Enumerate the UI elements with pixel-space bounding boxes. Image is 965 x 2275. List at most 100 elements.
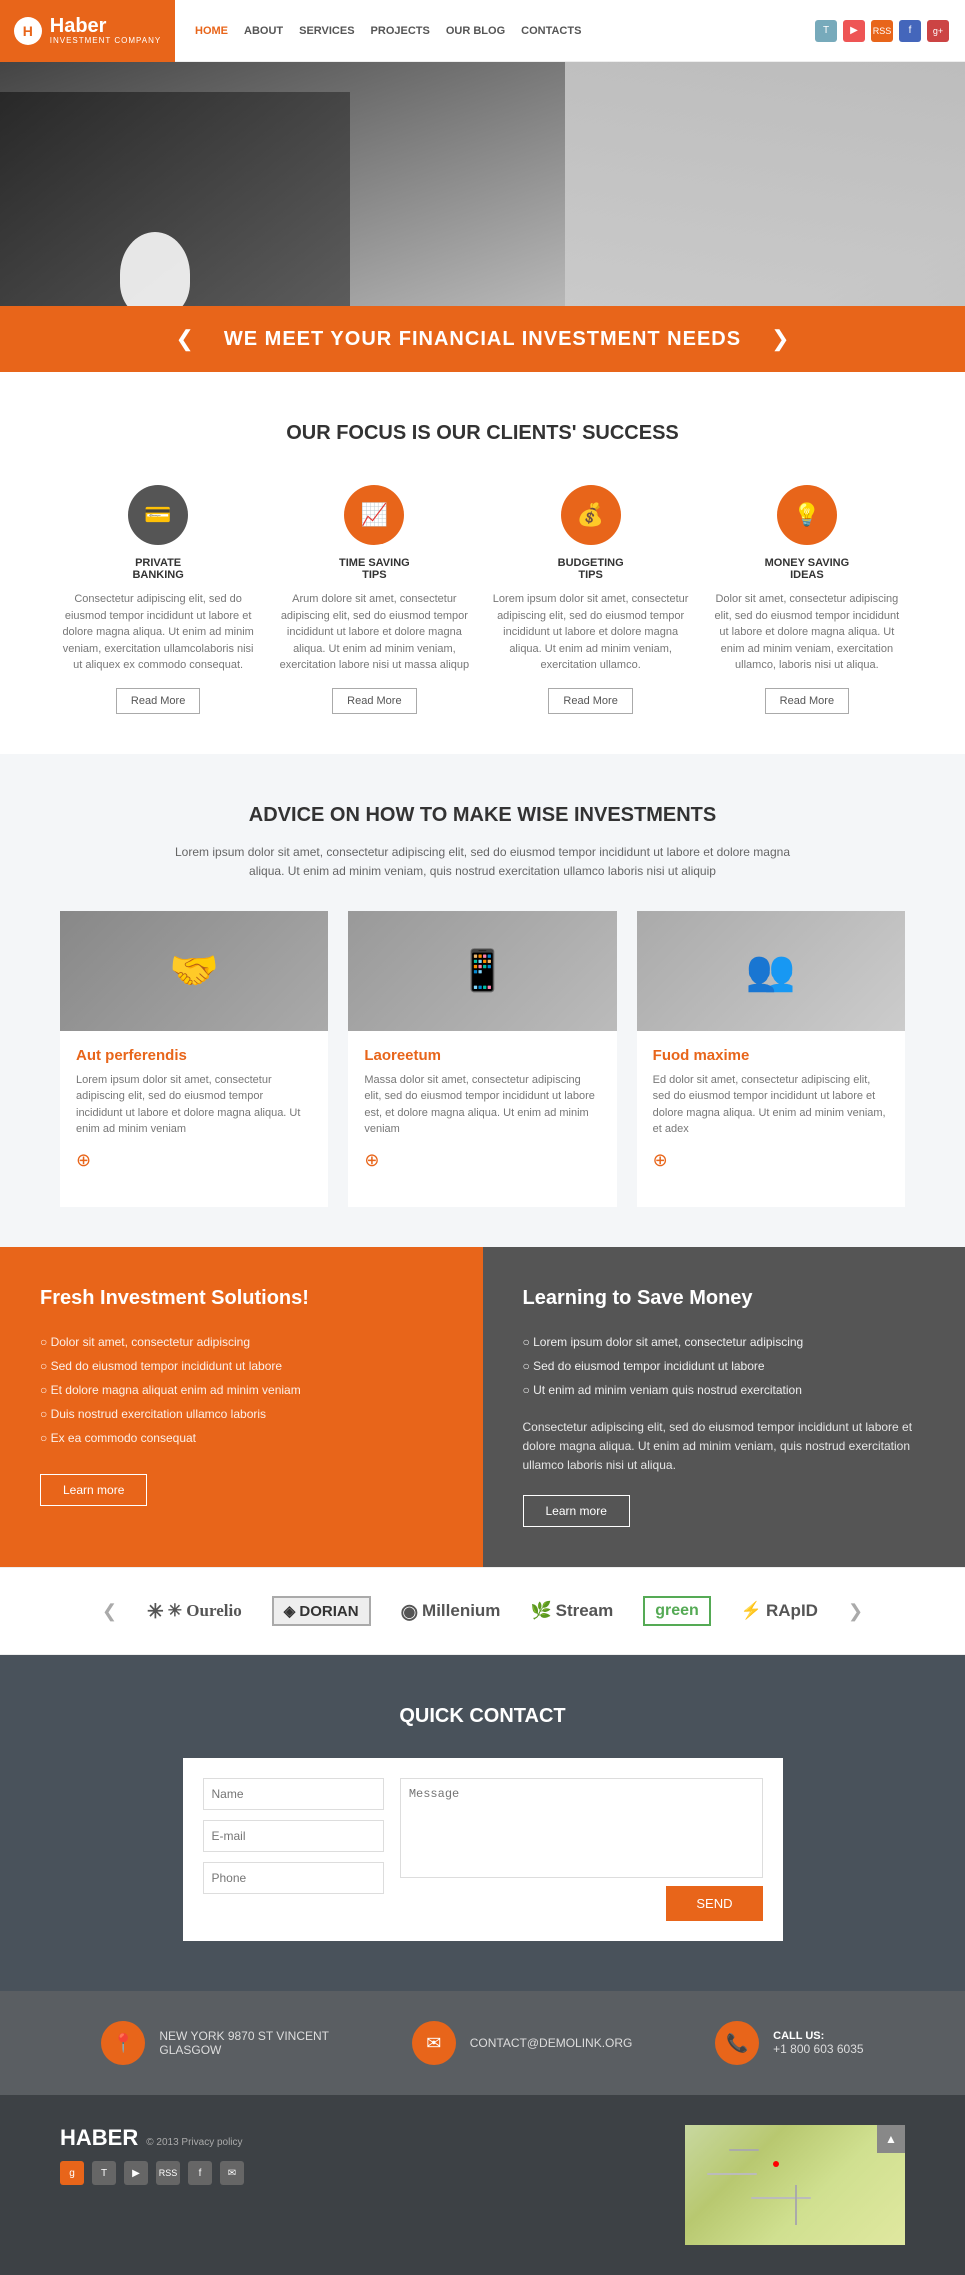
footer-brand: HABER © 2013 Privacy policy xyxy=(60,2125,244,2151)
feature-budgeting-icon: 💰 xyxy=(561,485,621,545)
footer-map: ▲ xyxy=(685,2125,905,2245)
feature-timesaving-icon: 📈 xyxy=(344,485,404,545)
advice-card-3-icon[interactable]: ⊕ xyxy=(653,1150,889,1171)
scroll-top-btn[interactable]: ▲ xyxy=(877,2125,905,2153)
feature-budgeting-readmore[interactable]: Read More xyxy=(548,688,632,714)
rss-icon[interactable]: RSS xyxy=(871,20,893,42)
facebook-icon[interactable]: f xyxy=(899,20,921,42)
solutions-right-list: ○ Lorem ipsum dolor sit amet, consectetu… xyxy=(523,1330,926,1402)
logo-box: H Haber INVESTMENT COMPANY xyxy=(0,0,175,62)
feature-timesaving-readmore[interactable]: Read More xyxy=(332,688,416,714)
info-email: ✉ CONTACT@DEMOLINK.ORG xyxy=(412,2021,633,2065)
feature-budgeting-desc: Lorem ipsum dolor sit amet, consectetur … xyxy=(493,591,689,674)
solutions-right-desc: Consectetur adipiscing elit, sed do eius… xyxy=(523,1418,926,1476)
logo-partner-6: ⚡RApID xyxy=(741,1601,818,1621)
advice-card-1-img: 🤝 xyxy=(60,911,328,1031)
contact-title: QUICK CONTACT xyxy=(60,1705,905,1728)
feature-timesaving-desc: Arum dolore sit amet, consectetur adipis… xyxy=(276,591,472,674)
header: H Haber INVESTMENT COMPANY HOME ABOUT SE… xyxy=(0,0,965,62)
focus-title: OUR FOCUS IS OUR CLIENTS' SUCCESS xyxy=(60,422,905,445)
advice-card-3: 👥 Fuod maxime Ed dolor sit amet, consect… xyxy=(637,911,905,1207)
solutions-right-btn[interactable]: Learn more xyxy=(523,1495,630,1527)
solutions-left-item-5: ○ Ex ea commodo consequat xyxy=(40,1426,443,1450)
advice-card-1: 🤝 Aut perferendis Lorem ipsum dolor sit … xyxy=(60,911,328,1207)
nav-projects[interactable]: PROJECTS xyxy=(371,25,430,37)
contact-send-btn[interactable]: SEND xyxy=(666,1886,762,1921)
address-text: NEW YORK 9870 ST VINCENT GLASGOW xyxy=(159,2029,329,2057)
info-row: 📍 NEW YORK 9870 ST VINCENT GLASGOW ✉ CON… xyxy=(0,1991,965,2095)
feature-moneysaving-readmore[interactable]: Read More xyxy=(765,688,849,714)
hero-prev-arrow[interactable]: ❮ xyxy=(175,326,193,352)
advice-card-2-img: 📱 xyxy=(348,911,616,1031)
nav-services[interactable]: SERVICES xyxy=(299,25,354,37)
contact-message-input[interactable] xyxy=(400,1778,763,1878)
solutions-left-list: ○ Dolor sit amet, consectetur adipiscing… xyxy=(40,1330,443,1450)
logo-sub: INVESTMENT COMPANY xyxy=(50,36,162,45)
advice-cards: 🤝 Aut perferendis Lorem ipsum dolor sit … xyxy=(60,911,905,1207)
feature-banking-readmore[interactable]: Read More xyxy=(116,688,200,714)
email-icon: ✉ xyxy=(412,2021,456,2065)
contact-phone-input[interactable] xyxy=(203,1862,384,1894)
solutions-left: Fresh Investment Solutions! ○ Dolor sit … xyxy=(0,1247,483,1568)
footer-social-youtube[interactable]: ▶ xyxy=(124,2161,148,2185)
footer-left: HABER © 2013 Privacy policy g T ▶ RSS f … xyxy=(60,2125,244,2185)
advice-card-1-desc: Lorem ipsum dolor sit amet, consectetur … xyxy=(76,1072,312,1138)
info-phone: 📞 CALL US: +1 800 603 6035 xyxy=(715,2021,863,2065)
google-plus-icon[interactable]: g+ xyxy=(927,20,949,42)
solutions-left-item-1: ○ Dolor sit amet, consectetur adipiscing xyxy=(40,1330,443,1354)
social-icons-header: T ▶ RSS f g+ xyxy=(815,20,965,42)
logos-next-arrow[interactable]: ❯ xyxy=(848,1601,863,1622)
nav-home[interactable]: HOME xyxy=(195,25,228,37)
advice-card-2: 📱 Laoreetum Massa dolor sit amet, consec… xyxy=(348,911,616,1207)
nav-blog[interactable]: OUR BLOG xyxy=(446,25,505,37)
footer-social-facebook[interactable]: f xyxy=(188,2161,212,2185)
twitter-icon[interactable]: T xyxy=(815,20,837,42)
email-text: CONTACT@DEMOLINK.ORG xyxy=(470,2036,633,2050)
solutions-right: Learning to Save Money ○ Lorem ipsum dol… xyxy=(483,1247,965,1568)
solutions-left-btn[interactable]: Learn more xyxy=(40,1474,147,1506)
footer-social-rss[interactable]: RSS xyxy=(156,2161,180,2185)
feature-timesaving: 📈 TIME SAVING TIPS Arum dolore sit amet,… xyxy=(276,485,472,714)
main-nav: HOME ABOUT SERVICES PROJECTS OUR BLOG CO… xyxy=(175,25,815,37)
logos-prev-arrow[interactable]: ❮ xyxy=(102,1601,117,1622)
footer-social-google[interactable]: g xyxy=(60,2161,84,2185)
contact-section: QUICK CONTACT SEND xyxy=(0,1655,965,1991)
contact-form-wrapper: SEND xyxy=(183,1758,783,1941)
footer-social: g T ▶ RSS f ✉ xyxy=(60,2161,244,2185)
feature-banking-desc: Consectetur adipiscing elit, sed do eius… xyxy=(60,591,256,674)
advice-title: ADVICE ON HOW TO MAKE WISE INVESTMENTS xyxy=(60,804,905,827)
solutions-right-item-1: ○ Lorem ipsum dolor sit amet, consectetu… xyxy=(523,1330,926,1354)
hero-banner: ❮ WE MEET YOUR FINANCIAL INVESTMENT NEED… xyxy=(0,306,965,372)
advice-card-1-icon[interactable]: ⊕ xyxy=(76,1150,312,1171)
feature-timesaving-title: TIME SAVING TIPS xyxy=(276,557,472,581)
youtube-icon[interactable]: ▶ xyxy=(843,20,865,42)
feature-moneysaving: 💡 MONEY SAVING IDEAS Dolor sit amet, con… xyxy=(709,485,905,714)
feature-moneysaving-desc: Dolor sit amet, consectetur adipiscing e… xyxy=(709,591,905,674)
solutions-section: Fresh Investment Solutions! ○ Dolor sit … xyxy=(0,1247,965,1568)
feature-budgeting-title: BUDGETING TIPS xyxy=(493,557,689,581)
advice-desc: Lorem ipsum dolor sit amet, consectetur … xyxy=(173,843,793,881)
advice-card-2-title: Laoreetum xyxy=(364,1047,600,1064)
feature-banking: 💳 PRIVATE BANKING Consectetur adipiscing… xyxy=(60,485,256,714)
feature-moneysaving-title: MONEY SAVING IDEAS xyxy=(709,557,905,581)
contact-name-input[interactable] xyxy=(203,1778,384,1810)
hero-next-arrow[interactable]: ❯ xyxy=(771,326,789,352)
hero-section: ❮ WE MEET YOUR FINANCIAL INVESTMENT NEED… xyxy=(0,62,965,372)
phone-text: CALL US: +1 800 603 6035 xyxy=(773,2030,863,2056)
footer-social-email[interactable]: ✉ xyxy=(220,2161,244,2185)
feature-banking-title: PRIVATE BANKING xyxy=(60,557,256,581)
advice-card-1-title: Aut perferendis xyxy=(76,1047,312,1064)
nav-contacts[interactable]: CONTACTS xyxy=(521,25,581,37)
advice-card-2-icon[interactable]: ⊕ xyxy=(364,1150,600,1171)
footer-social-twitter[interactable]: T xyxy=(92,2161,116,2185)
form-left xyxy=(203,1778,384,1921)
features-grid: 💳 PRIVATE BANKING Consectetur adipiscing… xyxy=(60,485,905,714)
logo-partner-4: 🌿Stream xyxy=(530,1601,613,1621)
contact-email-input[interactable] xyxy=(203,1820,384,1852)
feature-budgeting: 💰 BUDGETING TIPS Lorem ipsum dolor sit a… xyxy=(493,485,689,714)
nav-about[interactable]: ABOUT xyxy=(244,25,283,37)
logo-partner-1: ✳✳ Ourelio xyxy=(147,1599,242,1624)
advice-card-2-desc: Massa dolor sit amet, consectetur adipis… xyxy=(364,1072,600,1138)
advice-card-3-img: 👥 xyxy=(637,911,905,1031)
feature-banking-icon: 💳 xyxy=(128,485,188,545)
